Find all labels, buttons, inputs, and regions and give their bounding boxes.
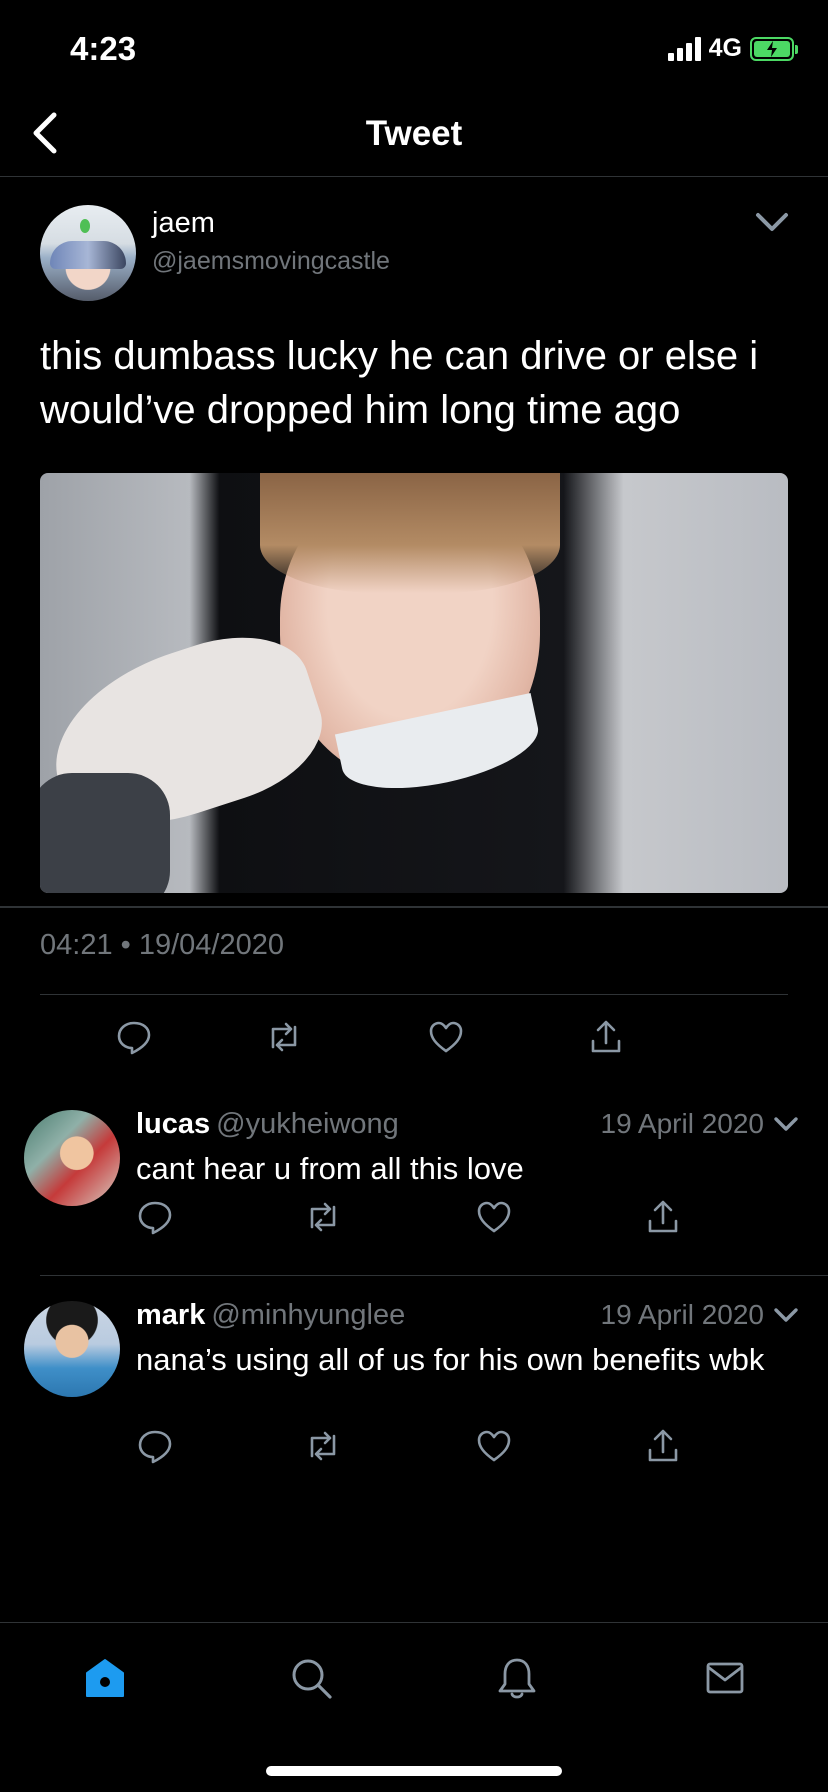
reply-text: nana’s using all of us for his own benef… <box>136 1342 765 1377</box>
like-icon <box>477 1430 511 1462</box>
retweet-button[interactable] <box>265 1018 303 1056</box>
reply-divider <box>40 1275 828 1276</box>
like-icon <box>477 1201 511 1233</box>
author-handle[interactable]: @jaemsmovingcastle <box>152 247 390 276</box>
reply-header: lucas @yukheiwong <box>136 1108 399 1141</box>
page-title: Tweet <box>365 114 463 153</box>
reply-date: 19 April 2020 <box>600 1108 764 1139</box>
messages-icon <box>706 1662 744 1694</box>
share-icon <box>648 1200 678 1233</box>
reply-date: 19 April 2020 <box>600 1299 764 1330</box>
chevron-down-icon[interactable] <box>772 1305 800 1327</box>
signal-icon <box>667 36 701 61</box>
share-button[interactable] <box>644 1198 682 1236</box>
reply-button[interactable] <box>136 1427 174 1465</box>
tab-messages[interactable] <box>700 1653 750 1703</box>
status-indicators: 4G <box>667 34 798 63</box>
divider <box>40 994 788 995</box>
tab-home[interactable] <box>80 1653 130 1703</box>
home-indicator[interactable] <box>266 1766 562 1776</box>
share-icon <box>591 1020 621 1053</box>
like-icon <box>429 1021 463 1053</box>
battery-icon <box>750 36 798 61</box>
tweet-actions <box>40 1007 788 1067</box>
notifications-icon <box>498 1658 536 1699</box>
reply-button[interactable] <box>115 1018 153 1056</box>
reply-handle[interactable]: @minhyunglee <box>211 1299 405 1331</box>
chevron-down-icon[interactable] <box>752 207 792 237</box>
like-button[interactable] <box>475 1198 513 1236</box>
retweet-icon <box>271 1022 297 1052</box>
status-bar: 4:23 4G <box>0 0 828 100</box>
author-name[interactable]: jaem <box>152 207 215 240</box>
reply-icon <box>117 1021 151 1055</box>
tweet-timestamp: 04:21 • 19/04/2020 <box>40 929 284 961</box>
tweet-text: this dumbass lucky he can drive or else … <box>40 334 759 432</box>
reply-avatar[interactable] <box>24 1110 120 1206</box>
reply-text: cant hear u from all this love <box>136 1151 524 1186</box>
share-icon <box>648 1429 678 1462</box>
status-time: 4:23 <box>70 30 137 67</box>
retweet-icon <box>310 1202 336 1232</box>
reply-icon <box>138 1430 172 1464</box>
retweet-button[interactable] <box>304 1427 342 1465</box>
tab-search[interactable] <box>286 1653 336 1703</box>
reply-actions <box>136 1198 736 1248</box>
retweet-button[interactable] <box>304 1198 342 1236</box>
reply-actions <box>136 1427 736 1477</box>
tab-notifications[interactable] <box>492 1653 542 1703</box>
reply-button[interactable] <box>136 1198 174 1236</box>
network-type: 4G <box>708 34 742 62</box>
reply-icon <box>138 1201 172 1235</box>
reply-name[interactable]: lucas <box>136 1108 210 1140</box>
like-button[interactable] <box>427 1018 465 1056</box>
retweet-icon <box>310 1431 336 1461</box>
tweet-image[interactable] <box>40 473 788 893</box>
reply-name[interactable]: mark <box>136 1299 205 1331</box>
share-button[interactable] <box>587 1018 625 1056</box>
section-divider <box>0 906 828 908</box>
home-icon <box>86 1659 124 1697</box>
reply-handle[interactable]: @yukheiwong <box>216 1108 399 1140</box>
chevron-down-icon[interactable] <box>772 1114 800 1136</box>
share-button[interactable] <box>644 1427 682 1465</box>
like-button[interactable] <box>475 1427 513 1465</box>
author-avatar[interactable] <box>40 205 136 301</box>
search-icon <box>292 1659 332 1699</box>
nav-bar: Tweet <box>0 100 828 177</box>
reply-header: mark @minhyunglee <box>136 1299 405 1332</box>
reply-avatar[interactable] <box>24 1301 120 1397</box>
